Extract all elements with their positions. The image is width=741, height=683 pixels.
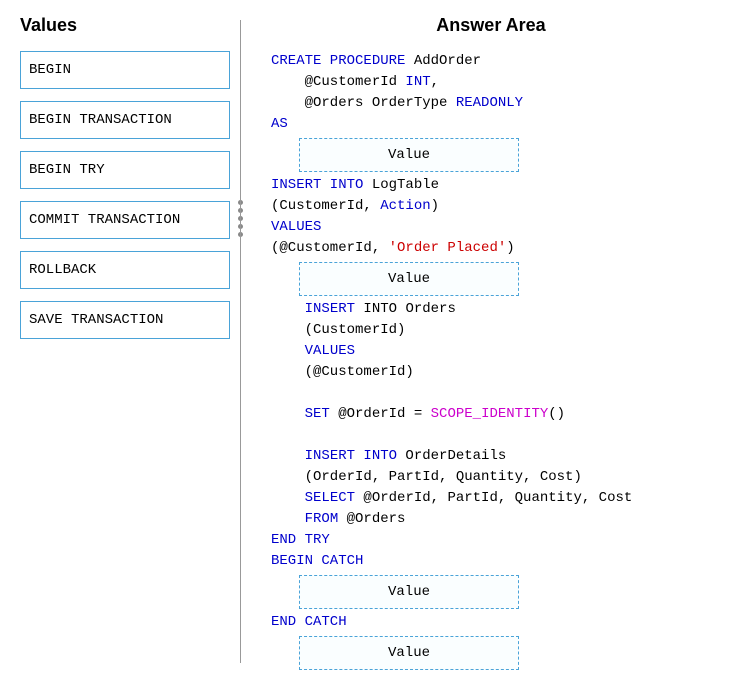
drop-zone[interactable]: Value xyxy=(299,138,519,172)
value-item[interactable]: BEGIN TRANSACTION xyxy=(20,101,230,139)
keyword: SET xyxy=(305,406,330,422)
code-text: @Orders OrderType xyxy=(271,95,456,111)
drop-zone[interactable]: Value xyxy=(299,575,519,609)
keyword: INSERT INTO xyxy=(305,448,397,464)
code-text: (CustomerId) xyxy=(271,322,405,338)
code-block: CREATE PROCEDURE AddOrder @CustomerId IN… xyxy=(271,51,721,135)
keyword: BEGIN CATCH xyxy=(271,553,363,569)
value-item[interactable]: SAVE TRANSACTION xyxy=(20,301,230,339)
values-column: Values BEGIN BEGIN TRANSACTION BEGIN TRY… xyxy=(10,10,240,673)
value-item[interactable]: BEGIN xyxy=(20,51,230,89)
keyword: VALUES xyxy=(271,219,321,235)
keyword: INSERT xyxy=(305,301,355,317)
keyword: INSERT INTO xyxy=(271,177,363,193)
answer-heading: Answer Area xyxy=(261,15,721,36)
keyword: CREATE PROCEDURE xyxy=(271,53,405,69)
code-text: @CustomerId xyxy=(271,74,405,90)
code-text: LogTable xyxy=(363,177,439,193)
code-text: (@CustomerId, xyxy=(271,240,389,256)
code-text: ) xyxy=(431,198,439,214)
code-text: INTO Orders xyxy=(355,301,456,317)
keyword: FROM xyxy=(305,511,339,527)
keyword: VALUES xyxy=(305,343,355,359)
keyword: SELECT xyxy=(305,490,355,506)
code-block: INSERT INTO Orders (CustomerId) VALUES (… xyxy=(271,299,721,572)
function-name: SCOPE_IDENTITY xyxy=(431,406,549,422)
code-text: () xyxy=(548,406,565,422)
keyword: END CATCH xyxy=(271,614,347,630)
code-text xyxy=(271,406,305,422)
code-text: @OrderId, PartId, Quantity, Cost xyxy=(355,490,632,506)
value-item[interactable]: BEGIN TRY xyxy=(20,151,230,189)
code-text xyxy=(271,301,305,317)
code-text: OrderDetails xyxy=(397,448,506,464)
code-text: @Orders xyxy=(338,511,405,527)
code-text: AddOrder xyxy=(405,53,481,69)
code-block: END CATCH xyxy=(271,612,721,633)
keyword: AS xyxy=(271,116,288,132)
drop-zone[interactable]: Value xyxy=(299,636,519,670)
answer-column: Answer Area CREATE PROCEDURE AddOrder @C… xyxy=(241,10,731,673)
main-container: Values BEGIN BEGIN TRANSACTION BEGIN TRY… xyxy=(10,10,731,673)
value-item[interactable]: ROLLBACK xyxy=(20,251,230,289)
code-text: (CustomerId, xyxy=(271,198,380,214)
code-text xyxy=(271,448,305,464)
code-text: (OrderId, PartId, Quantity, Cost) xyxy=(271,469,582,485)
keyword: INT xyxy=(405,74,430,90)
value-item[interactable]: COMMIT TRANSACTION xyxy=(20,201,230,239)
keyword: Action xyxy=(380,198,430,214)
keyword: READONLY xyxy=(456,95,523,111)
string-literal: 'Order Placed' xyxy=(389,240,507,256)
values-heading: Values xyxy=(20,15,230,36)
drop-zone[interactable]: Value xyxy=(299,262,519,296)
code-text: @OrderId = xyxy=(330,406,431,422)
code-text xyxy=(271,511,305,527)
keyword: END TRY xyxy=(271,532,330,548)
code-text: ) xyxy=(506,240,514,256)
code-block: INSERT INTO LogTable (CustomerId, Action… xyxy=(271,175,721,259)
code-text: (@CustomerId) xyxy=(271,364,414,380)
code-text xyxy=(271,490,305,506)
code-text xyxy=(271,343,305,359)
code-text: , xyxy=(431,74,439,90)
